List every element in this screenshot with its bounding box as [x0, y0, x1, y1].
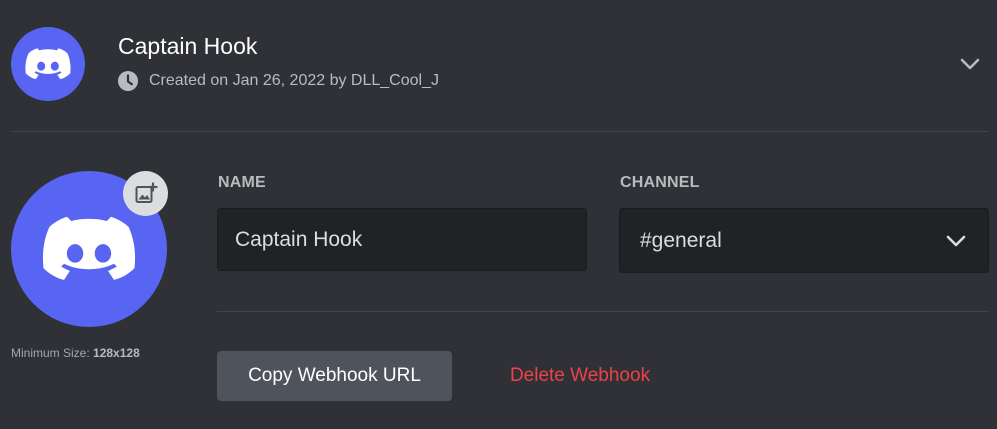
channel-select[interactable]: #general	[619, 208, 989, 273]
header-divider	[11, 131, 988, 132]
name-input[interactable]	[217, 208, 587, 271]
chevron-down-icon	[946, 235, 966, 246]
webhook-header[interactable]: Captain Hook Created on Jan 26, 2022 by …	[0, 0, 997, 132]
copy-webhook-url-button[interactable]: Copy Webhook URL	[217, 351, 452, 401]
min-size-label: Minimum Size:	[11, 346, 90, 360]
webhook-avatar-small	[11, 27, 85, 101]
select-chevron	[944, 229, 968, 253]
chevron-down-icon	[960, 58, 980, 70]
min-size-hint: Minimum Size: 128x128	[11, 346, 167, 360]
webhook-meta: Created on Jan 26, 2022 by DLL_Cool_J	[118, 70, 439, 92]
add-image-icon	[135, 181, 158, 203]
webhook-created-text: Created on Jan 26, 2022 by DLL_Cool_J	[149, 72, 439, 89]
upload-image-button[interactable]	[123, 171, 168, 216]
discord-logo-icon	[25, 48, 71, 80]
webhook-title: Captain Hook	[118, 33, 258, 59]
delete-webhook-button[interactable]: Delete Webhook	[490, 351, 670, 401]
webhook-card: Captain Hook Created on Jan 26, 2022 by …	[0, 0, 997, 429]
collapse-toggle[interactable]	[958, 52, 982, 76]
channel-selected-value: #general	[640, 228, 722, 252]
discord-logo-icon	[42, 216, 136, 280]
min-size-value: 128x128	[93, 346, 140, 360]
clock-icon	[118, 71, 138, 91]
form-divider	[217, 311, 989, 312]
name-label: NAME	[218, 174, 266, 191]
channel-label: CHANNEL	[620, 174, 700, 191]
